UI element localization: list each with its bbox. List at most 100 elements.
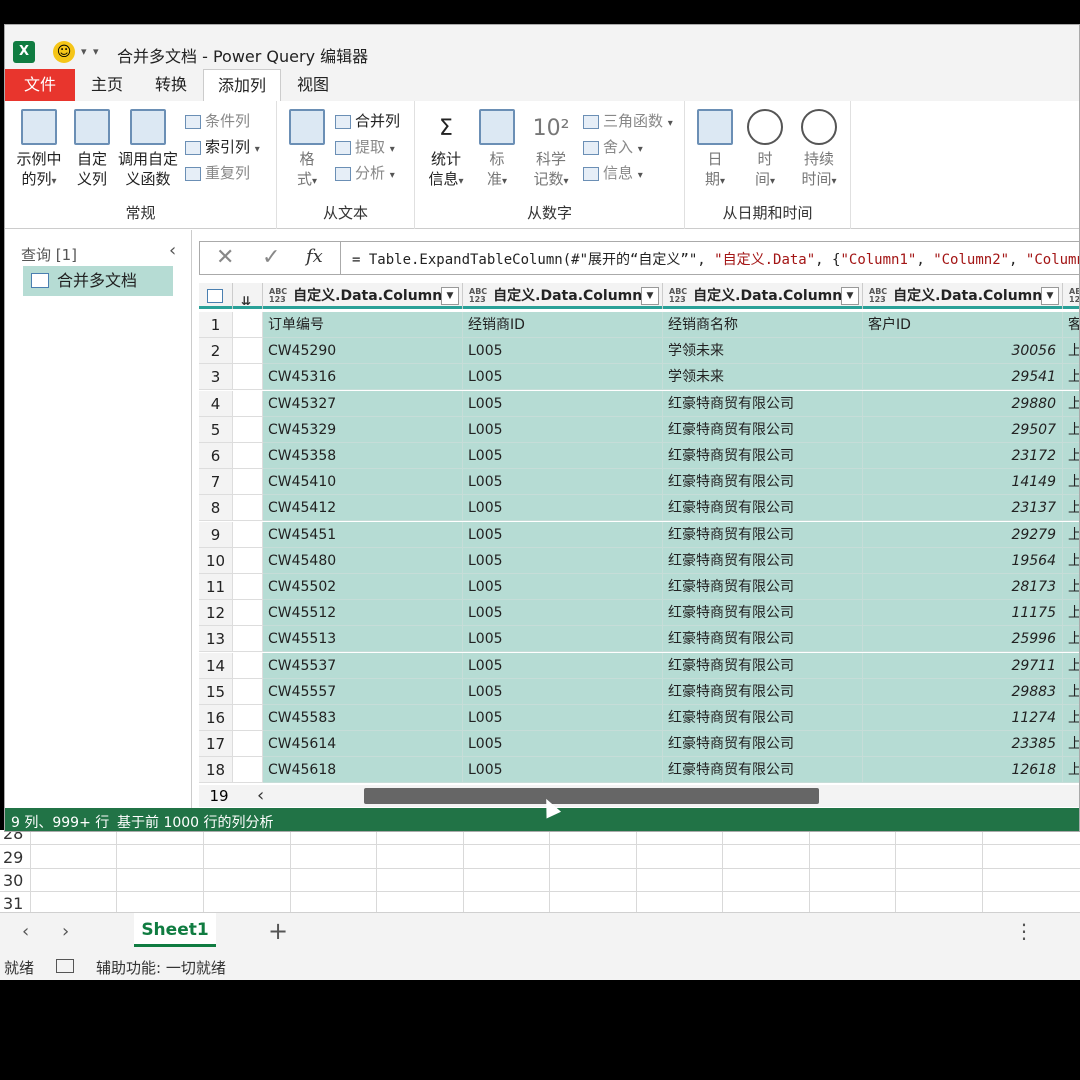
table-cell[interactable]: CW45410 [263, 469, 463, 496]
table-cell[interactable]: 经销商名称 [663, 312, 863, 338]
date-button[interactable]: 日 期▾ [693, 109, 737, 192]
column-header-partial[interactable]: ABC123 [1063, 283, 1079, 309]
filter-dropdown-icon[interactable]: ▼ [641, 287, 659, 305]
tab-transform[interactable]: 转换 [139, 69, 203, 101]
table-cell[interactable]: 红豪特商贸有限公司 [663, 678, 863, 705]
index-cell[interactable] [233, 757, 263, 784]
table-cell[interactable]: 上 [1063, 364, 1079, 391]
column-header[interactable]: ABC 123 自定义.Data.Column4 ▼ [863, 283, 1063, 309]
table-cell[interactable]: CW45358 [263, 443, 463, 469]
format-button[interactable]: 格 式▾ [285, 109, 329, 192]
index-cell[interactable] [233, 469, 263, 496]
table-menu-button[interactable] [199, 283, 233, 309]
table-row[interactable]: 17 CW45614L005红豪特商贸有限公司23385上 [199, 731, 1079, 758]
table-cell[interactable]: L005 [463, 495, 663, 522]
index-cell[interactable] [233, 521, 263, 548]
duplicate-column-button[interactable]: 重复列 [185, 161, 250, 185]
filter-dropdown-icon[interactable]: ▼ [441, 287, 459, 305]
tab-home[interactable]: 主页 [75, 69, 139, 101]
table-cell[interactable]: L005 [463, 390, 663, 417]
scroll-left-icon[interactable]: ‹ [257, 785, 264, 806]
column-header[interactable]: ABC 123 自定义.Data.Column2 ▼ [463, 283, 663, 309]
table-row[interactable]: 10 CW45480L005红豪特商贸有限公司19564上 [199, 547, 1079, 574]
table-cell[interactable]: 上 [1063, 443, 1079, 469]
sheet-tab-sheet1[interactable]: Sheet1 [134, 913, 216, 947]
table-row[interactable]: 16 CW45583L005红豪特商贸有限公司11274上 [199, 705, 1079, 731]
fx-icon[interactable]: fx [306, 246, 323, 267]
index-cell[interactable] [233, 364, 263, 391]
table-cell[interactable]: L005 [463, 705, 663, 731]
table-row[interactable]: 7 CW45410L005红豪特商贸有限公司14149上 [199, 469, 1079, 496]
table-cell[interactable]: 红豪特商贸有限公司 [663, 574, 863, 600]
table-cell[interactable]: 上 [1063, 626, 1079, 653]
table-cell[interactable]: 30056 [863, 338, 1063, 365]
table-cell[interactable]: 红豪特商贸有限公司 [663, 443, 863, 469]
table-cell[interactable]: 上 [1063, 678, 1079, 705]
table-cell[interactable]: 上 [1063, 731, 1079, 758]
table-cell[interactable]: 29279 [863, 521, 1063, 548]
table-cell[interactable]: 红豪特商贸有限公司 [663, 600, 863, 627]
query-item[interactable]: 合并多文档 [23, 266, 173, 296]
column-from-examples-button[interactable]: 示例中 的列▾ [11, 109, 67, 192]
formula-input[interactable]: = Table.ExpandTableColumn(#"展开的“自定义”", "… [352, 249, 1079, 269]
column-profiling-status[interactable]: 基于前 1000 行的列分析 [117, 812, 274, 831]
index-header[interactable]: ⇊ [233, 283, 263, 309]
table-cell[interactable]: 11175 [863, 600, 1063, 627]
table-cell[interactable]: L005 [463, 547, 663, 574]
table-cell[interactable]: L005 [463, 416, 663, 443]
index-cell[interactable] [233, 574, 263, 600]
scientific-button[interactable]: 10² 科学 记数▾ [525, 109, 577, 192]
table-row[interactable]: 9 CW45451L005红豪特商贸有限公司29279上 [199, 521, 1079, 548]
table-cell[interactable]: CW45316 [263, 364, 463, 391]
statistics-button[interactable]: Σ 统计 信息▾ [421, 109, 471, 192]
invoke-custom-function-button[interactable]: 调用自定 义函数 [115, 109, 181, 189]
table-cell[interactable]: 红豪特商贸有限公司 [663, 705, 863, 731]
table-cell[interactable]: L005 [463, 443, 663, 469]
table-cell[interactable]: 学领未来 [663, 338, 863, 365]
table-cell[interactable]: 红豪特商贸有限公司 [663, 626, 863, 653]
table-row[interactable]: 11 CW45502L005红豪特商贸有限公司28173上 [199, 574, 1079, 600]
table-row[interactable]: 12 CW45512L005红豪特商贸有限公司11175上 [199, 600, 1079, 627]
table-cell[interactable]: 12618 [863, 757, 1063, 784]
confirm-icon[interactable]: ✓ [262, 245, 280, 270]
table-cell[interactable]: 上 [1063, 757, 1079, 784]
smiley-feedback-icon[interactable]: ☺ [53, 41, 75, 63]
table-cell[interactable]: L005 [463, 678, 663, 705]
cancel-icon[interactable]: ✕ [216, 245, 234, 270]
table-cell[interactable]: CW45583 [263, 705, 463, 731]
table-cell[interactable]: 14149 [863, 469, 1063, 496]
table-cell[interactable]: CW45557 [263, 678, 463, 705]
tab-view[interactable]: 视图 [281, 69, 345, 101]
table-cell[interactable]: 红豪特商贸有限公司 [663, 731, 863, 758]
table-cell[interactable]: CW45329 [263, 416, 463, 443]
column-header[interactable]: ABC 123 自定义.Data.Column1 ▼ [263, 283, 463, 309]
table-cell[interactable]: 上 [1063, 705, 1079, 731]
table-cell[interactable]: 25996 [863, 626, 1063, 653]
customize-qat-icon[interactable]: ▾ [93, 45, 99, 58]
more-options-icon[interactable]: ⋮ [1014, 919, 1034, 943]
tab-add-column[interactable]: 添加列 [203, 69, 281, 101]
table-cell[interactable]: 29883 [863, 678, 1063, 705]
table-cell[interactable]: CW45614 [263, 731, 463, 758]
table-cell[interactable]: 11274 [863, 705, 1063, 731]
horizontal-scrollbar[interactable]: 19 ‹ [199, 785, 1079, 807]
index-cell[interactable] [233, 390, 263, 417]
scrollbar-thumb[interactable] [364, 788, 819, 804]
table-row[interactable]: 15 CW45557L005红豪特商贸有限公司29883上 [199, 678, 1079, 705]
table-cell[interactable]: 上 [1063, 495, 1079, 522]
index-column-button[interactable]: 索引列 ▾ [185, 135, 260, 159]
standard-button[interactable]: 标 准▾ [475, 109, 519, 192]
index-cell[interactable] [233, 312, 263, 338]
table-cell[interactable]: CW45451 [263, 521, 463, 548]
table-cell[interactable]: CW45327 [263, 390, 463, 417]
table-cell[interactable]: L005 [463, 652, 663, 679]
next-sheet-icon[interactable]: › [62, 921, 69, 942]
extract-button[interactable]: 提取 ▾ [335, 135, 395, 159]
table-cell[interactable]: 23172 [863, 443, 1063, 469]
duration-button[interactable]: 持续 时间▾ [793, 109, 845, 192]
parse-button[interactable]: 分析 ▾ [335, 161, 395, 185]
macro-record-icon[interactable] [56, 959, 74, 973]
table-cell[interactable]: L005 [463, 469, 663, 496]
table-cell[interactable]: CW45502 [263, 574, 463, 600]
table-cell[interactable]: 红豪特商贸有限公司 [663, 521, 863, 548]
